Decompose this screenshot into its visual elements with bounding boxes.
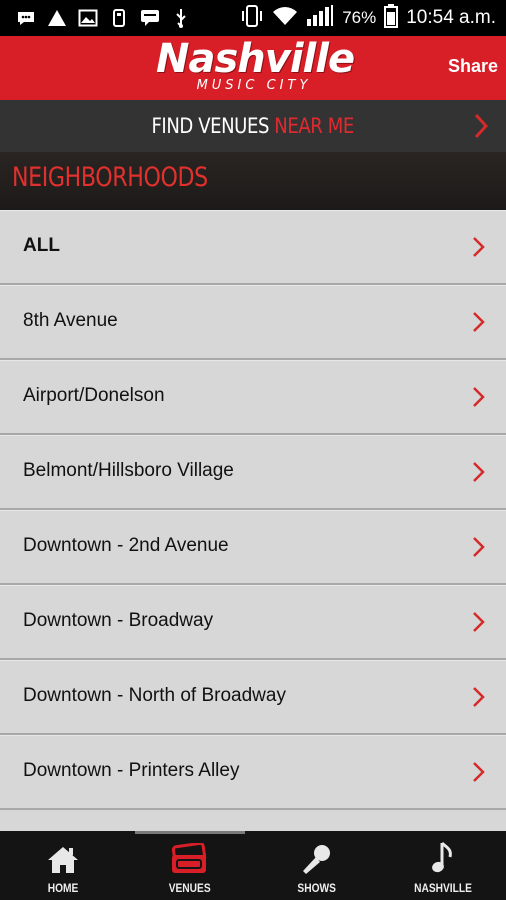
vibrate-icon — [240, 4, 264, 32]
usb-icon — [171, 9, 191, 28]
list-item-label: Airport/Donelson — [23, 385, 165, 406]
nashville-logo: Nashville MUSIC CITY — [156, 36, 355, 98]
usb-icon — [109, 9, 129, 27]
find-venues-text: FIND VENUES — [151, 114, 270, 138]
tab-label: NASHVILLE — [413, 881, 472, 895]
near-me-text: NEAR ME — [274, 114, 355, 138]
signal-icon — [306, 4, 334, 32]
chevron-right-icon — [472, 761, 486, 788]
list-item[interactable]: Downtown - Printers Alley — [0, 735, 506, 810]
status-bar: 76% 10:54 a.m. — [0, 0, 506, 36]
list-item[interactable]: 8th Avenue — [0, 285, 506, 360]
bottom-tab-bar: HOME VENUES SHOWS NASHVILLE — [0, 831, 506, 900]
list-item[interactable]: Belmont/Hillsboro Village — [0, 435, 506, 510]
tab-label: VENUES — [168, 881, 211, 895]
chevron-right-icon — [474, 113, 489, 144]
tab-label: HOME — [47, 881, 79, 895]
list-item-label: Belmont/Hillsboro Village — [23, 460, 234, 481]
section-header: NEIGHBORHOODS — [0, 152, 506, 210]
list-item-label: Downtown - Printers Alley — [23, 760, 240, 781]
list-item[interactable]: Downtown - 2nd Avenue — [0, 510, 506, 585]
app-header: Nashville MUSIC CITY Share — [0, 36, 506, 100]
battery-icon — [384, 3, 399, 33]
status-system-icons: 76% 10:54 a.m. — [240, 3, 506, 33]
tab-home[interactable]: HOME — [0, 831, 127, 900]
chevron-right-icon — [472, 461, 486, 488]
microphone-icon — [299, 841, 333, 875]
list-item-label: Downtown - 2nd Avenue — [23, 535, 229, 556]
list-item[interactable]: Airport/Donelson — [0, 360, 506, 435]
chevron-right-icon — [472, 236, 486, 263]
chevron-right-icon — [472, 311, 486, 338]
tab-nashville[interactable]: NASHVILLE — [380, 831, 506, 900]
list-item-label: ALL — [23, 235, 60, 256]
list-item[interactable]: ALL — [0, 210, 506, 285]
chevron-right-icon — [472, 611, 486, 638]
tab-venues[interactable]: VENUES — [127, 831, 254, 900]
list-item-label: Downtown - Broadway — [23, 610, 214, 631]
home-icon — [47, 841, 79, 875]
message-icon — [16, 9, 36, 27]
tab-label: SHOWS — [296, 881, 336, 895]
list-item-label: Downtown - North of Broadway — [23, 685, 286, 706]
list-item[interactable]: Downtown - North of Broadway — [0, 660, 506, 735]
image-icon — [78, 9, 98, 27]
chevron-right-icon — [472, 686, 486, 713]
music-note-icon — [429, 841, 457, 875]
chevron-right-icon — [472, 386, 486, 413]
ticket-icon — [170, 841, 210, 875]
battery-percent: 76% — [342, 8, 377, 27]
logo-subtitle: MUSIC CITY — [196, 78, 312, 93]
find-venues-near-me-button[interactable]: FIND VENUES NEAR ME — [0, 100, 506, 152]
chat-icon — [140, 9, 160, 27]
wifi-icon — [272, 6, 298, 31]
share-button[interactable]: Share — [448, 56, 498, 77]
find-venues-label: FIND VENUES NEAR ME — [151, 114, 355, 138]
tab-shows[interactable]: SHOWS — [253, 831, 380, 900]
status-notification-icons — [0, 9, 191, 28]
warning-icon — [47, 9, 67, 27]
chevron-right-icon — [472, 536, 486, 563]
clock: 10:54 a.m. — [406, 7, 496, 28]
neighborhood-list: ALL 8th Avenue Airport/Donelson Belmont/… — [0, 210, 506, 810]
list-item-label: 8th Avenue — [23, 310, 118, 331]
section-title: NEIGHBORHOODS — [12, 162, 208, 193]
logo-title: Nashville — [156, 36, 355, 82]
list-item[interactable]: Downtown - Broadway — [0, 585, 506, 660]
